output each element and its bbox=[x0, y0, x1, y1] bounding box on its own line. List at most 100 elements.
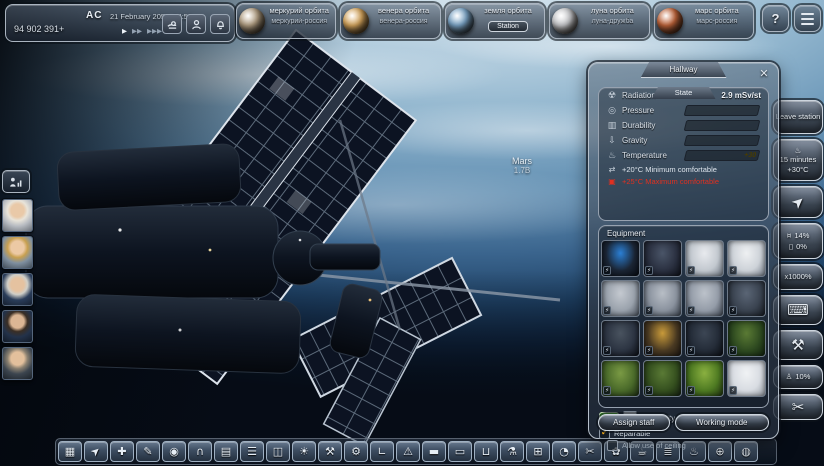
equipment-item-bench-green[interactable]: ⚡ bbox=[643, 360, 682, 397]
toolbar-power-button[interactable]: ◉ bbox=[162, 441, 186, 462]
toolbar-tools-button[interactable]: ⚒ bbox=[318, 441, 342, 462]
equipment-item-greenhouse[interactable]: ⚡ bbox=[685, 360, 724, 397]
document-icon: ▤ bbox=[221, 445, 231, 458]
temperature-row: ♨ Temperature +30 bbox=[599, 148, 768, 163]
speed2-button[interactable]: ▶▶ bbox=[132, 27, 142, 35]
toolbar-container-button[interactable]: ▦ bbox=[58, 441, 82, 462]
sofa-icon: ▭ bbox=[455, 445, 465, 458]
equipment-item-seat-dark[interactable]: ⚡ bbox=[727, 280, 766, 317]
toolbar-bed-button[interactable]: ▬ bbox=[422, 441, 446, 462]
ceiling-option[interactable]: Allow use of ceiling bbox=[607, 440, 686, 451]
temperature-bar: +30 bbox=[684, 150, 761, 161]
ceiling-label: Allow use of ceiling bbox=[622, 441, 686, 450]
equipment-item-dome-green[interactable]: ⚡ bbox=[601, 360, 640, 397]
ship-launch-button[interactable]: ➤ bbox=[773, 186, 823, 218]
resources-button[interactable]: ¤14% ▯0% bbox=[773, 223, 823, 259]
orbit-button-moon[interactable]: луна орбита луна-дружба bbox=[549, 3, 649, 39]
leave-station-button[interactable]: Leave station bbox=[773, 100, 823, 134]
zoom-level-button[interactable]: x1000% bbox=[773, 264, 823, 290]
faction-tag: AC bbox=[86, 10, 102, 21]
ceiling-checkbox[interactable] bbox=[607, 440, 618, 451]
crew-avatar[interactable] bbox=[2, 310, 33, 343]
toolbar-document-button[interactable]: ▤ bbox=[214, 441, 238, 462]
power-icon: ⚡ bbox=[729, 346, 737, 355]
orbit-button-mars[interactable]: марс орбита марс-россия bbox=[654, 3, 754, 39]
equipment-item-seat-gray[interactable]: ⚡ bbox=[601, 280, 640, 317]
temperature-timer-button[interactable]: ♨ 15 minutes +30°C bbox=[773, 139, 823, 181]
equipment-item-crate-dark[interactable]: ⚡ bbox=[685, 320, 724, 357]
orbit-subtitle: марс-россия bbox=[685, 18, 749, 25]
wrench-icon: ✎ bbox=[143, 445, 152, 458]
window-title: Hallway bbox=[641, 62, 727, 78]
finance-button[interactable] bbox=[162, 14, 182, 34]
equipment-item-seat-white-2[interactable]: ⚡ bbox=[727, 240, 766, 277]
crew-capacity-button[interactable]: ♙10% bbox=[773, 365, 823, 389]
crew-avatar[interactable] bbox=[2, 199, 33, 232]
toolbar-cut-button[interactable]: ✂ bbox=[578, 441, 602, 462]
play-button[interactable]: ▶ bbox=[122, 27, 127, 35]
moon-planet-icon bbox=[552, 8, 578, 34]
orbit-title: венера орбита bbox=[371, 6, 435, 15]
gear-icon: ⚙ bbox=[351, 445, 361, 458]
working-mode-label: Working mode bbox=[696, 418, 747, 427]
repairs-button[interactable]: ⚒ bbox=[773, 330, 823, 360]
toolbar-canteen-button[interactable]: ⊕ bbox=[708, 441, 732, 462]
orbit-button-mercury[interactable]: меркурий орбита меркурий-россия bbox=[236, 3, 336, 39]
right-toolbar: Leave station ♨ 15 minutes +30°C ➤ ¤14% … bbox=[773, 100, 823, 420]
toolbar-docking-button[interactable]: ✚ bbox=[110, 441, 134, 462]
toolbar-solar-panel-button[interactable]: ⊞ bbox=[526, 441, 550, 462]
equipment-item-battery-pack[interactable]: ⚡ bbox=[601, 240, 640, 277]
toolbar-cabinet-button[interactable]: ◫ bbox=[266, 441, 290, 462]
mercury-planet-icon bbox=[239, 8, 265, 34]
equipment-item-module-green[interactable]: ⚡ bbox=[727, 320, 766, 357]
close-button[interactable]: ✕ bbox=[757, 67, 771, 81]
menu-button[interactable] bbox=[794, 5, 821, 32]
observation-icon: ◍ bbox=[741, 445, 751, 458]
equipment-grid: ⚡ ⚡ ⚡ ⚡ ⚡ ⚡ ⚡ ⚡ ⚡ ⚡ ⚡ ⚡ ⚡ ⚡ ⚡ ⚡ bbox=[599, 240, 768, 397]
equipment-item-seat-white[interactable]: ⚡ bbox=[685, 240, 724, 277]
working-mode-button[interactable]: Working mode bbox=[675, 414, 770, 431]
speed3-button[interactable]: ▶▶▶ bbox=[147, 27, 162, 35]
station-badge[interactable]: Station bbox=[488, 21, 528, 32]
crew-stats-button[interactable] bbox=[2, 170, 30, 193]
crew-avatar[interactable] bbox=[2, 236, 33, 269]
crew-avatar[interactable] bbox=[2, 273, 33, 306]
toolbar-chair-button[interactable]: ∟ bbox=[370, 441, 394, 462]
equipment-item-bench-metal-2[interactable]: ⚡ bbox=[685, 280, 724, 317]
orbit-button-venus[interactable]: венера орбита венера-россия bbox=[340, 3, 440, 39]
equipment-item-shelf-rack[interactable]: ⚡ bbox=[643, 240, 682, 277]
toolbar-bell-button[interactable]: ◔ bbox=[552, 441, 576, 462]
hand-money-icon bbox=[167, 19, 178, 30]
rocket-icon: ➤ bbox=[88, 444, 104, 460]
toolbar-sofa-button[interactable]: ▭ bbox=[448, 441, 472, 462]
assign-staff-button[interactable]: Assign staff bbox=[598, 414, 670, 431]
scissors-icon: ✂ bbox=[775, 399, 821, 416]
equipment-item-panel-white[interactable]: ⚡ bbox=[727, 360, 766, 397]
crew-avatar[interactable] bbox=[2, 347, 33, 380]
alerts-button[interactable] bbox=[210, 14, 230, 34]
toolbar-wrench-button[interactable]: ✎ bbox=[136, 441, 160, 462]
equipment-item-storage-rack[interactable]: ⚡ bbox=[643, 320, 682, 357]
control-panel-button[interactable]: ⌨ bbox=[773, 295, 823, 325]
help-button[interactable]: ? bbox=[762, 5, 789, 32]
gravity-label: Gravity bbox=[622, 136, 647, 145]
toolbar-observation-button[interactable]: ◍ bbox=[734, 441, 758, 462]
radiation-icon: ☢ bbox=[606, 91, 618, 101]
toolbar-flask-button[interactable]: ⚗ bbox=[500, 441, 524, 462]
orbit-button-earth[interactable]: земля орбита Station bbox=[445, 3, 545, 39]
toolbar-warning-button[interactable]: ⚠ bbox=[396, 441, 420, 462]
toolbar-toilet-button[interactable]: ⊔ bbox=[474, 441, 498, 462]
toolbar-lamp-button[interactable]: ☀ bbox=[292, 441, 316, 462]
power-icon: ⚡ bbox=[729, 306, 737, 315]
astronaut-icon bbox=[191, 19, 202, 30]
toolbar-shelf-button[interactable]: ☰ bbox=[240, 441, 264, 462]
crew-overview-button[interactable] bbox=[186, 14, 206, 34]
equipment-item-rack-dark[interactable]: ⚡ bbox=[601, 320, 640, 357]
demolish-button[interactable]: ✂ bbox=[773, 394, 823, 420]
toolbar-rocket-button[interactable]: ➤ bbox=[84, 441, 108, 462]
mars-map-marker[interactable]: Mars 1.7B bbox=[512, 156, 532, 175]
keypad-icon: ⌨ bbox=[775, 302, 821, 319]
toolbar-dome-button[interactable]: ∩ bbox=[188, 441, 212, 462]
equipment-item-bench-metal[interactable]: ⚡ bbox=[643, 280, 682, 317]
toolbar-gear-button[interactable]: ⚙ bbox=[344, 441, 368, 462]
